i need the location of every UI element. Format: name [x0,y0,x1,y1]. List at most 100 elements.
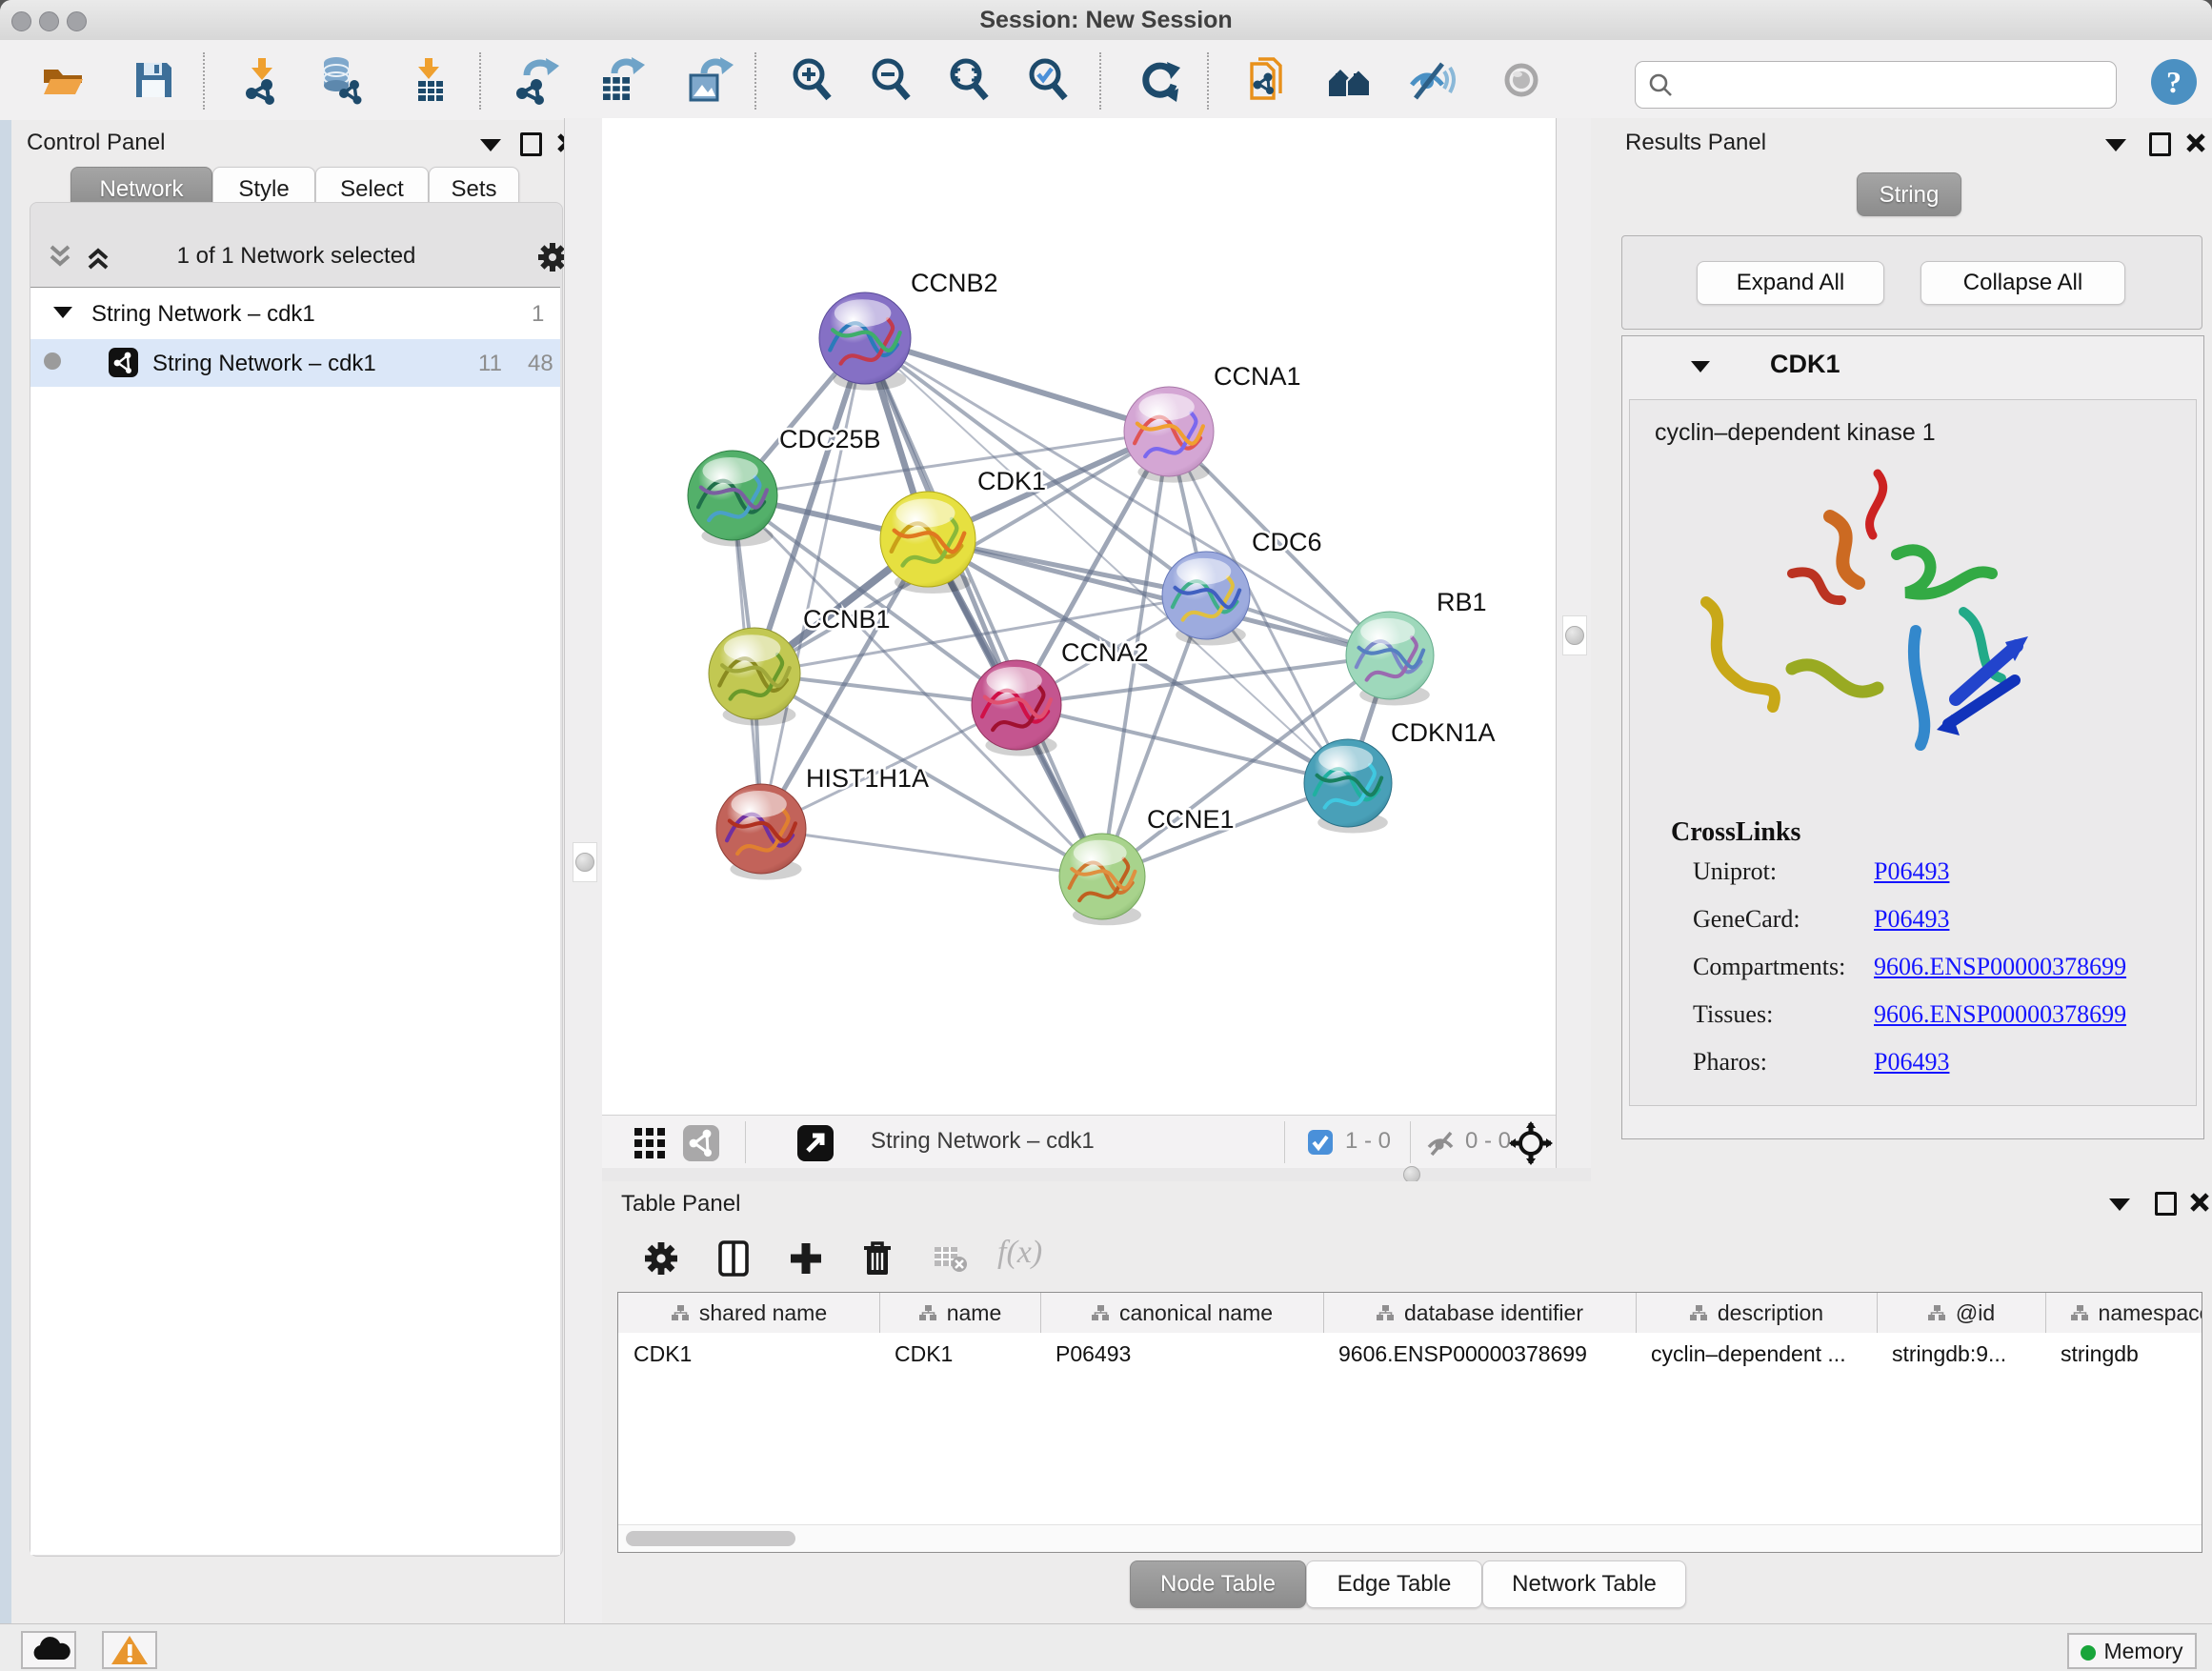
results-panel-title: Results Panel [1625,130,1766,156]
table-header-canonical-name[interactable]: canonical name [1040,1293,1324,1333]
help-button[interactable]: ? [2151,59,2197,105]
network-row-selected[interactable]: String Network – cdk1 11 48 [30,339,560,387]
tab-string[interactable]: String [1857,172,1961,216]
table-header-shared-name[interactable]: shared name [618,1293,880,1333]
node-CCNB1[interactable] [709,628,800,726]
node-CCNA2[interactable] [972,660,1061,756]
memory-button[interactable]: Memory [2067,1633,2197,1669]
show-all-button[interactable] [1495,53,1548,109]
birdseye-toggle-button[interactable] [1503,1120,1558,1169]
panel-float-icon[interactable] [2155,1192,2177,1216]
collapse-all-button[interactable]: Collapse All [1920,261,2125,305]
selected-checkbox-icon[interactable] [1307,1129,1334,1160]
table-header--id[interactable]: @id [1877,1293,2046,1333]
apply-layout-button[interactable] [1134,53,1187,109]
export-image-button[interactable] [682,53,735,109]
export-network-button[interactable] [511,53,564,109]
node-CDKN1A[interactable] [1304,739,1392,833]
import-network-from-database-button[interactable] [315,53,369,109]
expand-all-button[interactable]: Expand All [1697,261,1884,305]
network-list-container: 1 of 1 Network selected String Network –… [30,202,563,1557]
table-header-name[interactable]: name [879,1293,1041,1333]
node-CCNE1[interactable] [1059,834,1145,925]
import-network-icon [237,54,289,106]
selected-counts: 1 - 0 [1345,1128,1391,1155]
gear-icon [640,1238,682,1279]
open-session-button[interactable] [36,53,90,109]
node-CDC25B[interactable] [688,451,777,547]
panel-float-icon[interactable] [520,132,542,156]
crosslink-value-link[interactable]: P06493 [1874,905,1949,934]
columns-icon [713,1238,754,1279]
home-button[interactable] [1323,53,1377,109]
zoom-out-button[interactable] [864,53,917,109]
table-row[interactable]: CDK1CDK1P064939606.ENSP00000378699cyclin… [618,1333,2202,1375]
node-CDK1[interactable] [880,492,975,594]
right-splitter[interactable] [1556,118,1593,1181]
network-canvas[interactable]: CCNB2CCNA1CDC25BCDK1CDC6RB1CCNB1CCNA2CDK… [602,118,1556,1115]
column-type-icon [1689,1304,1708,1321]
memory-label: Memory [2103,1639,2182,1663]
hide-selected-button[interactable] [1405,53,1458,109]
node-CCNA1[interactable] [1124,387,1214,483]
crosslink-value-link[interactable]: 9606.ENSP00000378699 [1874,1000,2126,1029]
import-network-from-file-button[interactable] [236,53,290,109]
export-table-button[interactable] [594,53,648,109]
search-input[interactable] [1681,66,2104,102]
crosslink-value-link[interactable]: P06493 [1874,1048,1949,1077]
horizontal-scrollbar[interactable] [618,1524,2202,1552]
node-RB1[interactable] [1346,612,1434,705]
splitter-handle-icon[interactable] [1565,626,1584,645]
column-type-icon [1376,1304,1395,1321]
edge-HIST1H1A-CCNE1[interactable] [761,829,1102,876]
tab-network-table[interactable]: Network Table [1482,1560,1686,1608]
table-settings-button[interactable] [634,1235,688,1284]
network-collection-row[interactable]: String Network – cdk1 1 [30,292,560,339]
table-toolbar: f(x) [602,1235,2212,1288]
table-header-namespace[interactable]: namespace [2045,1293,2202,1333]
export-table-icon [595,54,647,106]
zoom-selected-button[interactable] [1021,53,1075,109]
panel-menu-icon[interactable] [480,139,501,151]
scrollbar-thumb[interactable] [626,1531,795,1546]
panel-float-icon[interactable] [2149,132,2171,156]
hidden-eye-icon[interactable] [1425,1127,1458,1164]
cloud-status-button[interactable] [21,1631,76,1669]
splitter-handle-icon[interactable] [575,853,594,872]
node-HIST1H1A[interactable] [716,784,806,880]
toolbar-separator [479,52,481,110]
delete-column-button[interactable] [851,1235,904,1284]
node-CDC6[interactable] [1162,552,1250,645]
import-table-from-file-button[interactable] [403,53,456,109]
crosslink-value-link[interactable]: 9606.ENSP00000378699 [1874,953,2126,981]
open-in-window-button[interactable] [791,1123,840,1166]
new-network-from-selection-button[interactable] [1241,53,1295,109]
search-icon [1647,71,1674,98]
section-expander-icon[interactable] [1691,361,1710,372]
table-header-description[interactable]: description [1636,1293,1878,1333]
panel-close-icon[interactable] [2185,132,2206,153]
show-column-button[interactable] [707,1235,760,1284]
tab-edge-table[interactable]: Edge Table [1306,1560,1482,1608]
zoom-in-button[interactable] [785,53,838,109]
panel-menu-icon[interactable] [2105,139,2126,151]
toolbar-separator [1207,52,1209,110]
grid-view-button[interactable] [625,1123,674,1166]
save-session-button[interactable] [127,53,180,109]
warning-status-button[interactable] [102,1631,157,1669]
left-splitter[interactable] [564,118,604,1623]
add-column-button[interactable] [779,1235,833,1284]
network-view-button[interactable] [676,1123,726,1166]
tree-expander-icon[interactable] [53,307,72,318]
table-header-database-identifier[interactable]: database identifier [1323,1293,1637,1333]
edge-CCNB2-CCNE1[interactable] [865,338,1102,876]
zoom-fit-button[interactable] [942,53,995,109]
tab-node-table[interactable]: Node Table [1130,1560,1306,1608]
edge-CCNB2-CCNA1[interactable] [865,338,1169,432]
crosslink-value-link[interactable]: P06493 [1874,857,1949,886]
window-edge-strip [0,120,11,1623]
panel-menu-icon[interactable] [2109,1198,2130,1211]
table-cell: cyclin–dependent ... [1636,1333,1877,1375]
panel-close-icon[interactable] [2189,1192,2210,1213]
network-status-dot [44,352,61,370]
